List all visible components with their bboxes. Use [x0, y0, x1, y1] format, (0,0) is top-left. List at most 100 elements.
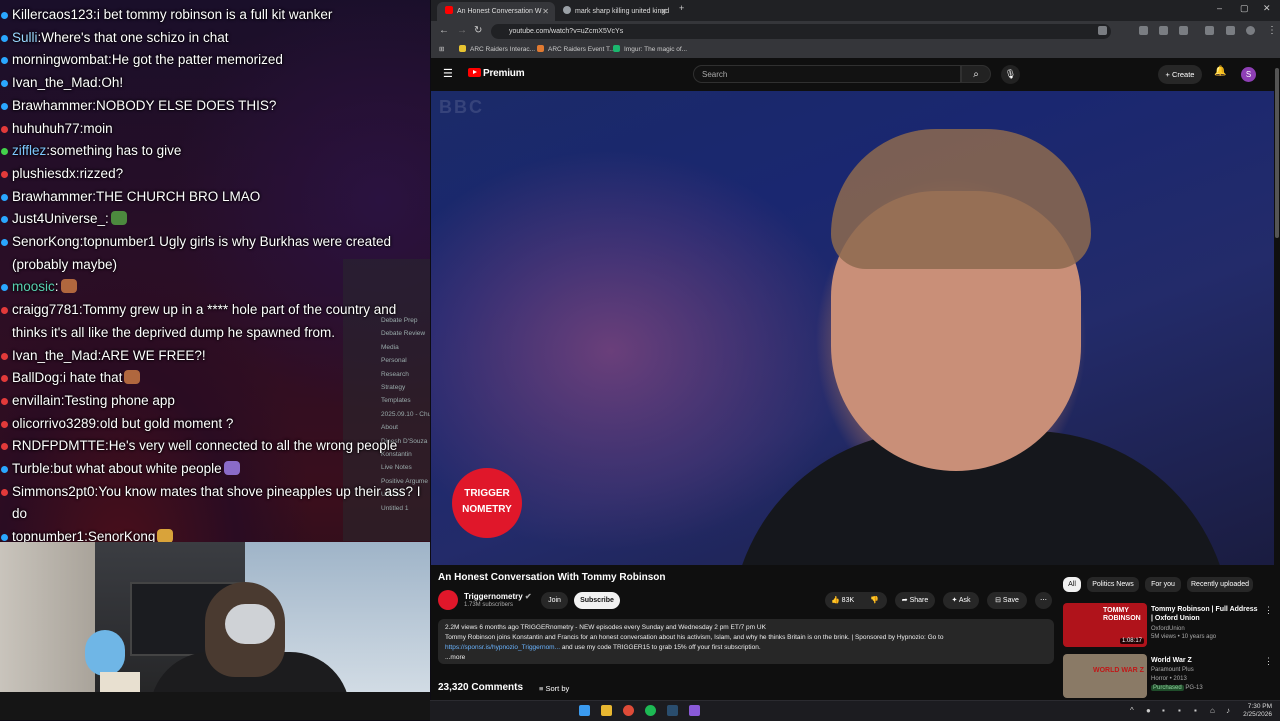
close-tab-icon[interactable]: ✕: [542, 2, 549, 21]
chat-username[interactable]: Killercaos123: [12, 7, 93, 22]
video-player[interactable]: BBC TRIGGER NOMETRY: [431, 91, 1274, 565]
profile-icon[interactable]: [1246, 26, 1255, 35]
chat-username[interactable]: Turble: [12, 461, 50, 476]
install-icon[interactable]: [1098, 26, 1107, 35]
webcam-feed: [0, 542, 430, 720]
like-button[interactable]: 👍 83K: [831, 592, 854, 609]
file-explorer-icon[interactable]: [601, 705, 612, 716]
chat-username[interactable]: Simmons2pt0: [12, 484, 95, 499]
chat-username[interactable]: craigg7781: [12, 302, 79, 317]
youtube-favicon-icon: [445, 6, 453, 14]
chat-badge-icon: [1, 466, 8, 474]
voice-search-button[interactable]: 🎙: [1001, 65, 1020, 84]
reload-icon[interactable]: ↻: [474, 25, 482, 36]
chat-username[interactable]: BallDog: [12, 370, 59, 385]
chat-username[interactable]: Brawhammer: [12, 189, 92, 204]
tray-app-icon[interactable]: ▪: [1194, 706, 1197, 715]
tray-chevron-icon[interactable]: ^: [1130, 706, 1134, 715]
youtube-logo[interactable]: Premium: [468, 68, 525, 79]
close-tab-icon[interactable]: ✕: [660, 2, 667, 21]
save-button[interactable]: ⊟ Save: [987, 592, 1027, 609]
hamburger-menu-icon[interactable]: ☰: [443, 67, 453, 80]
tray-app-icon[interactable]: ●: [1146, 706, 1151, 715]
create-button[interactable]: + Create: [1158, 65, 1202, 84]
chat-username[interactable]: Sulli: [12, 30, 38, 45]
tab-active[interactable]: An Honest Conversation W ✕: [437, 2, 555, 21]
back-icon[interactable]: ←: [439, 25, 449, 36]
recommendation-item[interactable]: TOMMY ROBINSON 1:08:17 Tommy Robinson | …: [1063, 603, 1273, 647]
more-actions-button[interactable]: ⋯: [1035, 592, 1052, 609]
chat-username[interactable]: envillain: [12, 393, 61, 408]
volume-icon[interactable]: ♪: [1226, 706, 1230, 715]
chip-recently-uploaded[interactable]: Recently uploaded: [1187, 577, 1253, 592]
obsidian-icon[interactable]: [689, 705, 700, 716]
chat-username[interactable]: Brawhammer: [12, 98, 92, 113]
bookmark-item[interactable]: ARC Raiders Interac...: [459, 45, 535, 53]
url-field[interactable]: youtube.com/watch?v=uZcmX5VcYs: [491, 24, 1111, 39]
steam-icon[interactable]: [667, 705, 678, 716]
search-button[interactable]: ⌕: [961, 65, 991, 83]
search-input[interactable]: Search: [693, 65, 961, 83]
scrollbar-thumb[interactable]: [1275, 68, 1279, 238]
avatar[interactable]: S: [1241, 67, 1256, 82]
new-tab-icon[interactable]: +: [679, 3, 684, 13]
chat-username[interactable]: olicorrivo3289: [12, 416, 96, 431]
sponsor-link[interactable]: https://sponsr.is/hypnozio_Triggernom...: [445, 644, 560, 651]
share-button[interactable]: ➦ Share: [895, 592, 935, 609]
recommendation-thumbnail[interactable]: WORLD WAR Z: [1063, 654, 1147, 698]
dislike-button[interactable]: 👎: [870, 592, 879, 609]
extensions-icon[interactable]: [1179, 26, 1188, 35]
recommendation-item[interactable]: WORLD WAR Z World War Z Paramount Plus H…: [1063, 654, 1273, 698]
sort-by-button[interactable]: ≡ Sort by: [539, 684, 569, 693]
extension-icon[interactable]: [1159, 26, 1168, 35]
more-icon[interactable]: ⋮: [1264, 605, 1273, 616]
chip-all[interactable]: All: [1063, 577, 1081, 592]
video-description[interactable]: 2.2M views 6 months ago TRIGGERnometry -…: [438, 619, 1054, 664]
chat-username[interactable]: Ivan_the_Mad: [12, 75, 98, 90]
chat-username[interactable]: zifflez: [12, 143, 46, 158]
download-icon[interactable]: [1226, 26, 1235, 35]
chat-username[interactable]: Ivan_the_Mad: [12, 348, 98, 363]
chat-text: old but gold moment ?: [99, 415, 234, 431]
ask-button[interactable]: ✦ Ask: [943, 592, 979, 609]
tray-app-icon[interactable]: ▪: [1178, 706, 1181, 715]
apps-icon[interactable]: ⊞: [439, 45, 444, 53]
notifications-bell-icon[interactable]: 🔔: [1214, 66, 1226, 77]
chip-politics-news[interactable]: Politics News: [1087, 577, 1139, 592]
channel-avatar[interactable]: [438, 590, 458, 610]
chat-message: huhuhuh77:moin: [0, 118, 430, 141]
recommendation-thumbnail[interactable]: TOMMY ROBINSON 1:08:17: [1063, 603, 1147, 647]
chat-message: Just4Universe_:: [0, 208, 430, 231]
subscribe-button[interactable]: Subscribe: [574, 592, 620, 609]
chat-username[interactable]: plushiesdx: [12, 166, 76, 181]
spotify-icon[interactable]: [645, 705, 656, 716]
forward-icon[interactable]: →: [457, 25, 467, 36]
join-button[interactable]: Join: [541, 592, 568, 609]
chat-username[interactable]: morningwombat: [12, 52, 108, 67]
channel-name[interactable]: Triggernometry ✔: [464, 592, 532, 601]
extension-icon[interactable]: [1139, 26, 1148, 35]
page-scrollbar[interactable]: [1274, 58, 1280, 700]
more-icon[interactable]: ⋮: [1264, 656, 1273, 667]
chat-username[interactable]: moosic: [12, 279, 55, 294]
chat-username[interactable]: Just4Universe_: [12, 211, 105, 226]
chip-for-you[interactable]: For you: [1145, 577, 1181, 592]
maximize-icon[interactable]: ▢: [1240, 3, 1249, 14]
tab-inactive[interactable]: mark sharp killing united kingd ✕: [555, 2, 673, 21]
bookmark-icon: ⊟: [995, 597, 1001, 604]
network-icon[interactable]: ⌂: [1210, 706, 1215, 715]
sidepanel-icon[interactable]: [1205, 26, 1214, 35]
system-clock[interactable]: 7:30 PM 2/25/2026: [1243, 703, 1272, 719]
minimize-icon[interactable]: –: [1217, 3, 1222, 13]
chat-username[interactable]: RNDFPDMTTE: [12, 438, 105, 453]
close-window-icon[interactable]: ✕: [1263, 3, 1271, 14]
bookmark-item[interactable]: ARC Raiders Event T...: [537, 45, 615, 53]
tray-app-icon[interactable]: ▪: [1162, 706, 1165, 715]
more-link[interactable]: ...more: [445, 653, 1047, 663]
chat-username[interactable]: huhuhuh77: [12, 121, 80, 136]
chat-username[interactable]: SenorKong: [12, 234, 80, 249]
bookmark-item[interactable]: Imgur: The magic of...: [613, 45, 687, 53]
menu-icon[interactable]: ⋮: [1267, 25, 1277, 36]
chrome-icon[interactable]: [623, 705, 634, 716]
windows-start-icon[interactable]: [579, 705, 590, 716]
